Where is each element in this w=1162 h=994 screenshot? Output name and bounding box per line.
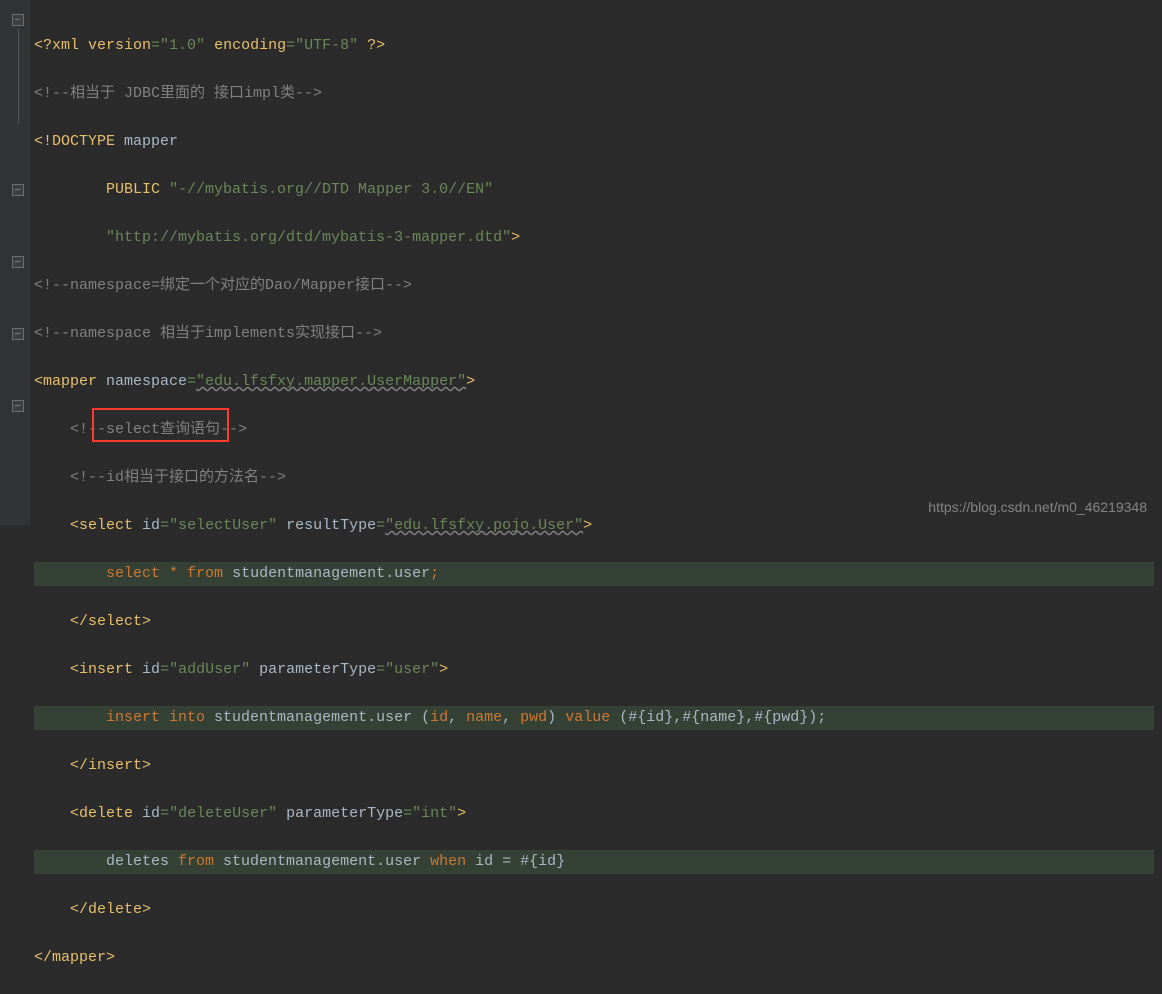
code-line: <!--相当于 JDBC里面的 接口impl类-->: [34, 82, 1154, 106]
code-line: </mapper>: [34, 946, 1154, 970]
code-line: <!--id相当于接口的方法名-->: [34, 466, 1154, 490]
code-line: PUBLIC "-//mybatis.org//DTD Mapper 3.0//…: [34, 178, 1154, 202]
fold-icon[interactable]: [12, 256, 24, 268]
code-line: insert into studentmanagement.user (id, …: [34, 706, 1154, 730]
code-line: </insert>: [34, 754, 1154, 778]
code-line: select * from studentmanagement.user;: [34, 562, 1154, 586]
fold-icon[interactable]: [12, 400, 24, 412]
fold-icon[interactable]: [12, 328, 24, 340]
code-line: <delete id="deleteUser" parameterType="i…: [34, 802, 1154, 826]
code-line: </select>: [34, 610, 1154, 634]
code-line: </delete>: [34, 898, 1154, 922]
code-line: <?xml version="1.0" encoding="UTF-8" ?>: [34, 34, 1154, 58]
code-line: <mapper namespace="edu.lfsfxy.mapper.Use…: [34, 370, 1154, 394]
code-line: deletes from studentmanagement.user when…: [34, 850, 1154, 874]
fold-icon[interactable]: [12, 14, 24, 26]
code-line: <!DOCTYPE mapper: [34, 130, 1154, 154]
fold-line: [18, 28, 19, 124]
watermark: https://blog.csdn.net/m0_46219348: [928, 495, 1147, 519]
code-line: <!--namespace 相当于implements实现接口-->: [34, 322, 1154, 346]
code-line: <!--select查询语句-->: [34, 418, 1154, 442]
code-line: <!--namespace=绑定一个对应的Dao/Mapper接口-->: [34, 274, 1154, 298]
code-line: "http://mybatis.org/dtd/mybatis-3-mapper…: [34, 226, 1154, 250]
fold-icon[interactable]: [12, 184, 24, 196]
code-line: <insert id="addUser" parameterType="user…: [34, 658, 1154, 682]
